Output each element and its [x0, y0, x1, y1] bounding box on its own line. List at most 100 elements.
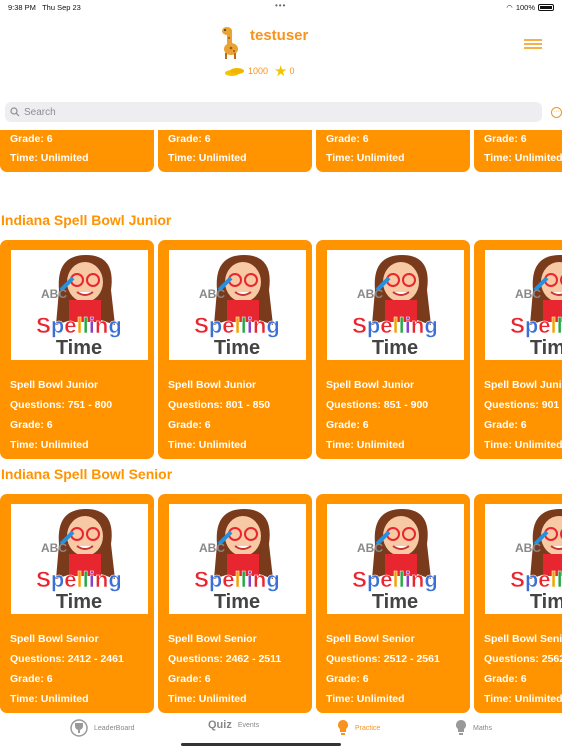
card-grade: Grade: 6 — [484, 133, 527, 145]
card-image: ABC Spelling Time — [169, 250, 306, 360]
card-questions: Questions: 751 - 800 — [10, 399, 113, 411]
spelling-time-logo: ABC Spelling Time — [36, 255, 122, 359]
card-questions: Questions: 2512 - 2561 — [326, 653, 440, 665]
tab-maths[interactable]: Maths — [455, 719, 492, 737]
tab-leaderboard[interactable]: LeaderBoard — [70, 719, 134, 737]
card-name: Spell Bowl Senior — [10, 633, 99, 645]
card-row: ABC Spelling Time Spell Bowl Junior Ques… — [0, 240, 562, 459]
trophy-icon — [70, 719, 88, 737]
quiz-card[interactable]: Grade: 6 Time: Unlimited — [0, 130, 154, 172]
card-time: Time: Unlimited — [168, 439, 247, 451]
card-time: Time: Unlimited — [168, 693, 247, 705]
svg-text:ABC: ABC — [357, 287, 383, 301]
svg-text:Time: Time — [56, 337, 102, 359]
more-options-icon[interactable]: ··· — [551, 107, 562, 118]
card-questions: Questions: 2412 - 2461 — [10, 653, 124, 665]
card-questions: Questions: 851 - 900 — [326, 399, 429, 411]
svg-text:Spelling: Spelling — [510, 567, 562, 592]
tab-practice[interactable]: Practice — [337, 719, 380, 737]
card-grade: Grade: 6 — [326, 133, 369, 145]
giraffe-avatar-icon — [222, 27, 238, 59]
svg-text:Spelling: Spelling — [352, 567, 438, 592]
section-title: Indiana Spell Bowl Junior — [1, 212, 172, 228]
svg-text:Spelling: Spelling — [352, 313, 438, 338]
card-row: ABC Spelling Time Spell Bowl Senior Ques… — [0, 494, 562, 713]
star-icon: ★ — [274, 63, 288, 80]
svg-text:ABC: ABC — [515, 541, 541, 555]
tab-events[interactable]: Quiz Events — [208, 719, 259, 731]
svg-text:Spelling: Spelling — [194, 313, 280, 338]
svg-text:ABC: ABC — [41, 287, 67, 301]
card-image: ABC Spelling Time — [11, 250, 148, 360]
quiz-card[interactable]: ABC Spelling Time Spell Bowl Senior Ques… — [316, 494, 470, 713]
svg-text:Time: Time — [372, 591, 418, 613]
quiz-card[interactable]: Grade: 6 Time: Unlimited — [316, 130, 470, 172]
svg-text:Time: Time — [56, 591, 102, 613]
svg-text:Spelling: Spelling — [36, 567, 122, 592]
quiz-card[interactable]: ABC Spelling Time Spell Bowl Junior Ques… — [474, 240, 562, 459]
card-time: Time: Unlimited — [10, 693, 89, 705]
quiz-card[interactable]: Grade: 6 Time: Unlimited — [158, 130, 312, 172]
card-grade: Grade: 6 — [168, 419, 211, 431]
quiz-card[interactable]: ABC Spelling Time Spell Bowl Junior Ques… — [316, 240, 470, 459]
lightbulb-icon — [456, 720, 466, 735]
quiz-card[interactable]: ABC Spelling Time Spell Bowl Junior Ques… — [158, 240, 312, 459]
battery-percent: 100% — [515, 3, 535, 12]
search-input[interactable] — [24, 106, 503, 118]
spelling-time-logo: ABC Spelling Time — [194, 255, 280, 359]
svg-text:ABC: ABC — [199, 287, 225, 301]
quiz-card[interactable]: ABC Spelling Time Spell Bowl Junior Ques… — [0, 240, 154, 459]
svg-text:Time: Time — [530, 591, 562, 613]
card-questions: Questions: 901 - 950 — [484, 399, 562, 411]
search-icon — [10, 107, 20, 117]
wifi-icon: ◠ — [506, 3, 513, 12]
card-grade: Grade: 6 — [10, 133, 53, 145]
tab-label: Maths — [473, 724, 493, 732]
card-time: Time: Unlimited — [326, 439, 405, 451]
svg-text:Spelling: Spelling — [194, 567, 280, 592]
search-bar[interactable] — [5, 102, 542, 122]
card-name: Spell Bowl Junior — [168, 379, 257, 391]
tab-label: LeaderBoard — [94, 724, 135, 732]
card-image: ABC Spelling Time — [327, 250, 464, 360]
card-questions: Questions: 2562 - 2611 — [484, 653, 562, 665]
date: Thu Sep 23 — [42, 3, 81, 12]
card-grade: Grade: 6 — [168, 133, 211, 145]
card-name: Spell Bowl Senior — [326, 633, 415, 645]
svg-text:Spelling: Spelling — [510, 313, 562, 338]
spelling-time-logo: ABC Spelling Time — [194, 509, 280, 613]
svg-text:ABC: ABC — [199, 541, 225, 555]
spelling-time-logo: ABC Spelling Time — [352, 255, 438, 359]
card-grade: Grade: 6 — [326, 419, 369, 431]
coins-icon — [225, 68, 244, 76]
multitask-dots[interactable]: ••• — [275, 1, 286, 10]
quiz-card[interactable]: ABC Spelling Time Spell Bowl Senior Ques… — [474, 494, 562, 713]
card-grade: Grade: 6 — [168, 673, 211, 685]
card-name: Spell Bowl Senior — [168, 633, 257, 645]
quiz-card[interactable]: ABC Spelling Time Spell Bowl Senior Ques… — [0, 494, 154, 713]
card-name: Spell Bowl Junior — [484, 379, 562, 391]
quiz-card[interactable]: ABC Spelling Time Spell Bowl Senior Ques… — [158, 494, 312, 713]
card-time: Time: Unlimited — [168, 152, 247, 164]
svg-text:ABC: ABC — [41, 541, 67, 555]
tab-label: Practice — [355, 724, 381, 732]
card-time: Time: Unlimited — [326, 152, 405, 164]
quiz-list[interactable]: Grade: 6 Time: Unlimited Grade: 6 Time: … — [0, 130, 562, 715]
card-time: Time: Unlimited — [484, 439, 562, 451]
card-grade: Grade: 6 — [10, 419, 53, 431]
spelling-time-logo: ABC Spelling Time — [510, 255, 562, 359]
card-time: Time: Unlimited — [484, 152, 562, 164]
svg-text:ABC: ABC — [515, 287, 541, 301]
card-image: ABC Spelling Time — [485, 504, 562, 614]
quiz-card[interactable]: Grade: 6 Time: Unlimited — [474, 130, 562, 172]
svg-text:Time: Time — [372, 337, 418, 359]
card-image: ABC Spelling Time — [327, 504, 464, 614]
hamburger-menu-button[interactable] — [524, 39, 542, 49]
card-time: Time: Unlimited — [484, 693, 562, 705]
card-image: ABC Spelling Time — [485, 250, 562, 360]
status-bar: 9:38 PM Thu Sep 23 ••• ◠ 100% — [0, 0, 562, 14]
card-name: Spell Bowl Junior — [326, 379, 415, 391]
user-stats: 1000 ★ 0 — [224, 62, 295, 80]
card-time: Time: Unlimited — [10, 439, 89, 451]
card-time: Time: Unlimited — [326, 693, 405, 705]
